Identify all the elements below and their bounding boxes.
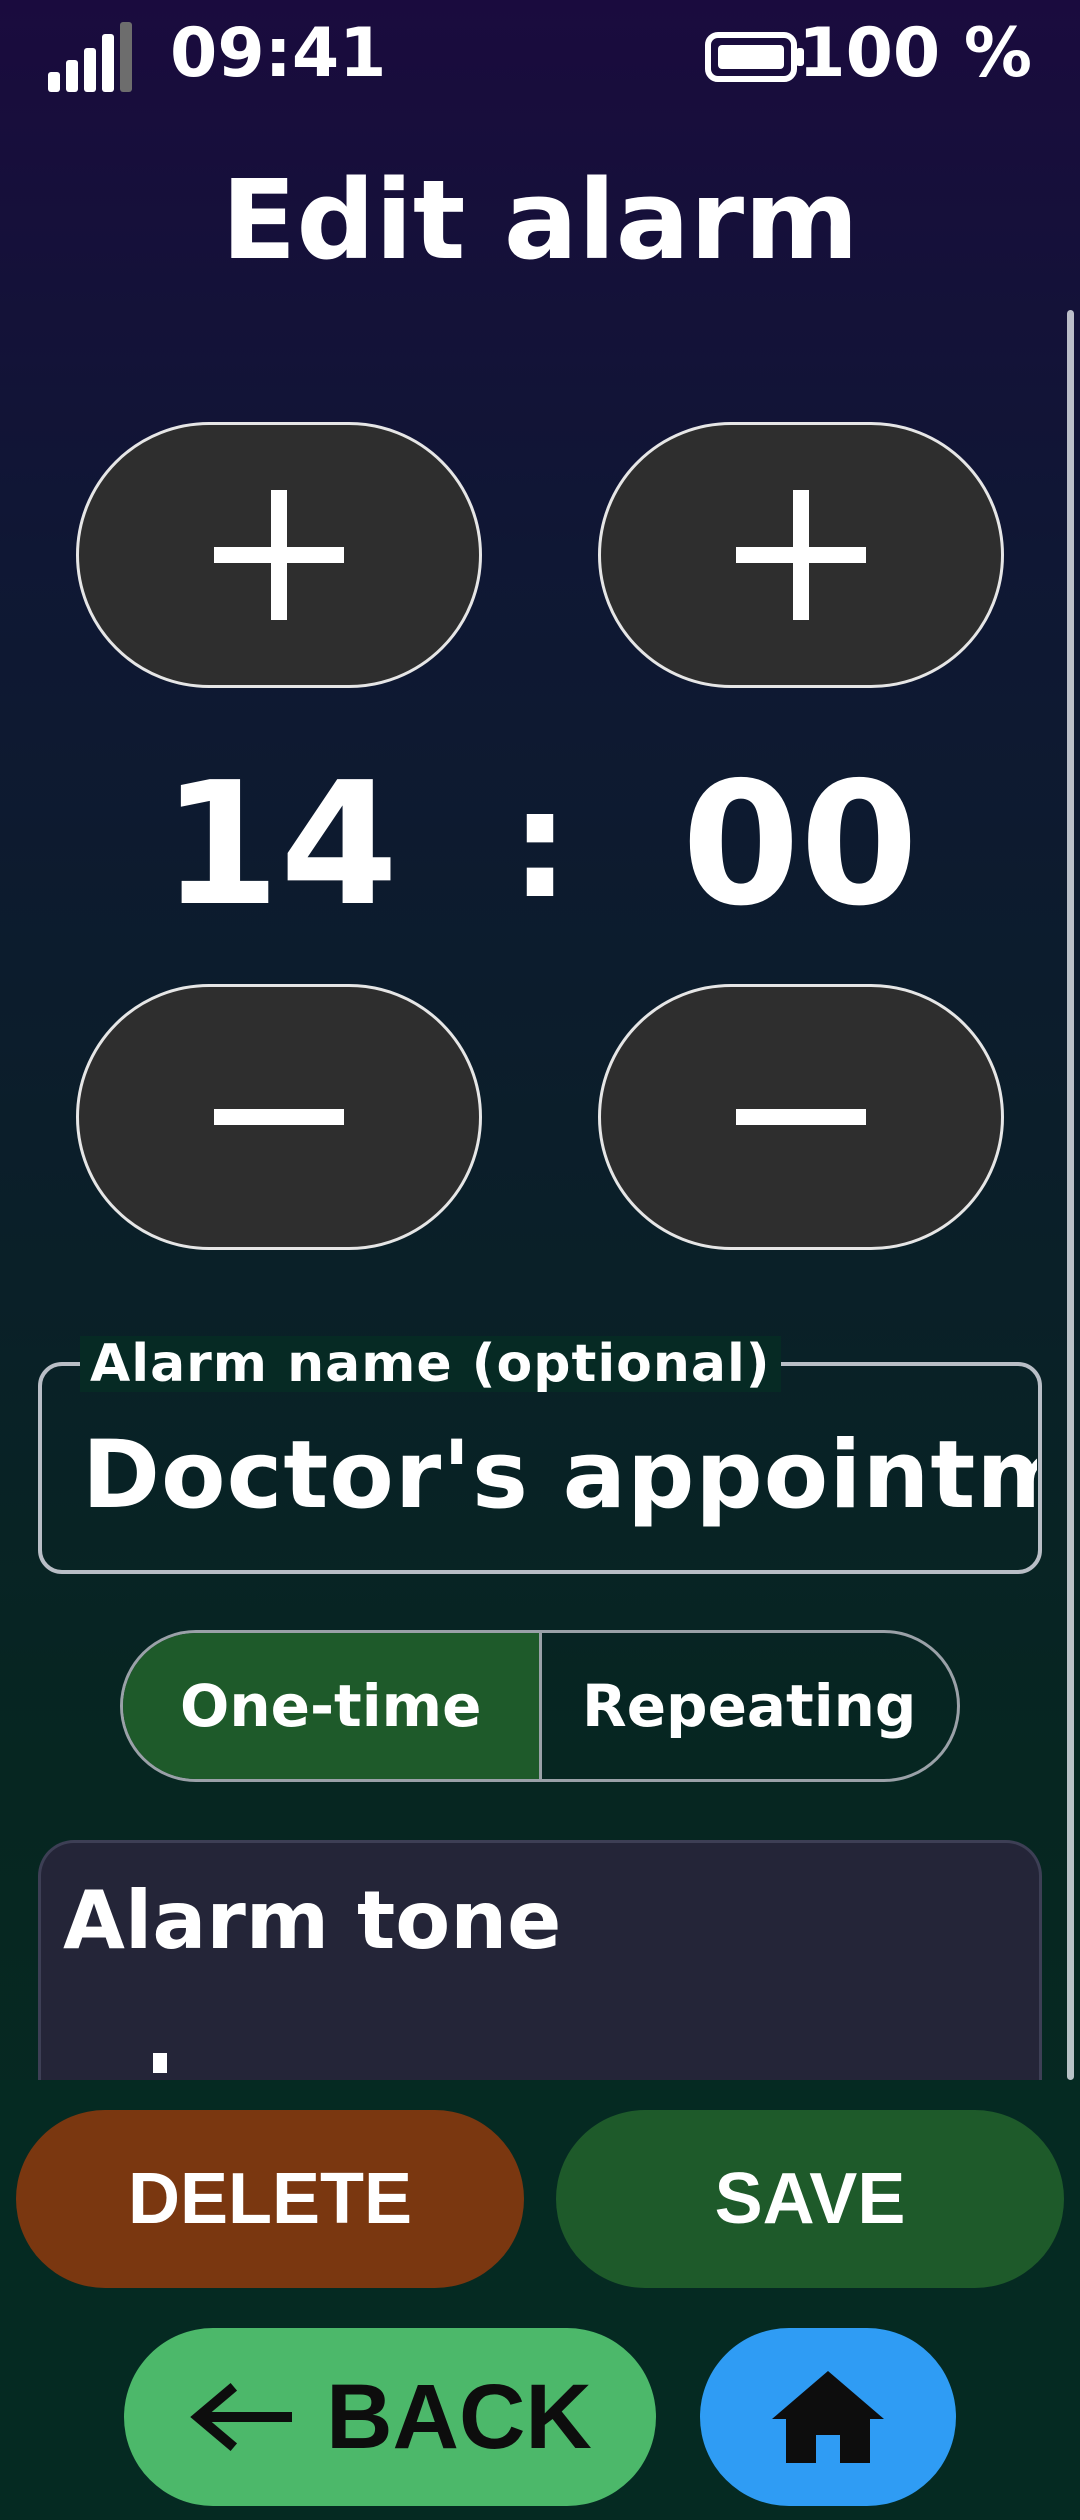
- alarm-name-field[interactable]: Alarm name (optional) Doctor's appointme…: [38, 1336, 1042, 1574]
- signal-icon: [48, 22, 132, 92]
- minute-decrement-button[interactable]: [598, 984, 1004, 1250]
- back-button[interactable]: BACK: [124, 2328, 656, 2506]
- delete-label: DELETE: [127, 2159, 413, 2239]
- minus-icon: [214, 1109, 344, 1125]
- alarm-tone-heading: Alarm tone: [63, 1874, 562, 1967]
- arrow-left-icon: [190, 2382, 293, 2452]
- alarm-name-label: Alarm name (optional): [80, 1336, 781, 1392]
- save-label: SAVE: [714, 2159, 906, 2239]
- plus-icon: [214, 490, 344, 620]
- alarm-name-input[interactable]: Doctor's appointment: [82, 1421, 1037, 1531]
- hour-increment-button[interactable]: [76, 422, 482, 688]
- scrollbar[interactable]: [1067, 310, 1074, 2080]
- alarm-type-toggle[interactable]: One-time Repeating: [120, 1630, 960, 1782]
- minute-value: 00: [681, 746, 919, 944]
- status-time: 09:41: [170, 14, 387, 93]
- minute-increment-button[interactable]: [598, 422, 1004, 688]
- plus-icon: [736, 490, 866, 620]
- hour-decrement-button[interactable]: [76, 984, 482, 1250]
- one-time-option[interactable]: One-time: [123, 1633, 542, 1779]
- battery-icon: [705, 32, 804, 82]
- cut-off-content: [153, 2053, 167, 2073]
- repeating-option[interactable]: Repeating: [542, 1633, 958, 1779]
- alarm-tone-section[interactable]: Alarm tone: [38, 1840, 1042, 2080]
- hour-value: 14: [161, 746, 399, 944]
- save-button[interactable]: SAVE: [556, 2110, 1064, 2288]
- home-button[interactable]: [700, 2328, 956, 2506]
- back-label: BACK: [326, 2365, 592, 2468]
- page-title: Edit alarm: [221, 156, 859, 284]
- home-icon: [772, 2371, 884, 2463]
- delete-button[interactable]: DELETE: [16, 2110, 524, 2288]
- minus-icon: [736, 1109, 866, 1125]
- battery-percentage: 100 %: [798, 14, 1032, 93]
- status-bar: 09:41 100 %: [0, 0, 1080, 110]
- time-separator: :: [510, 758, 570, 932]
